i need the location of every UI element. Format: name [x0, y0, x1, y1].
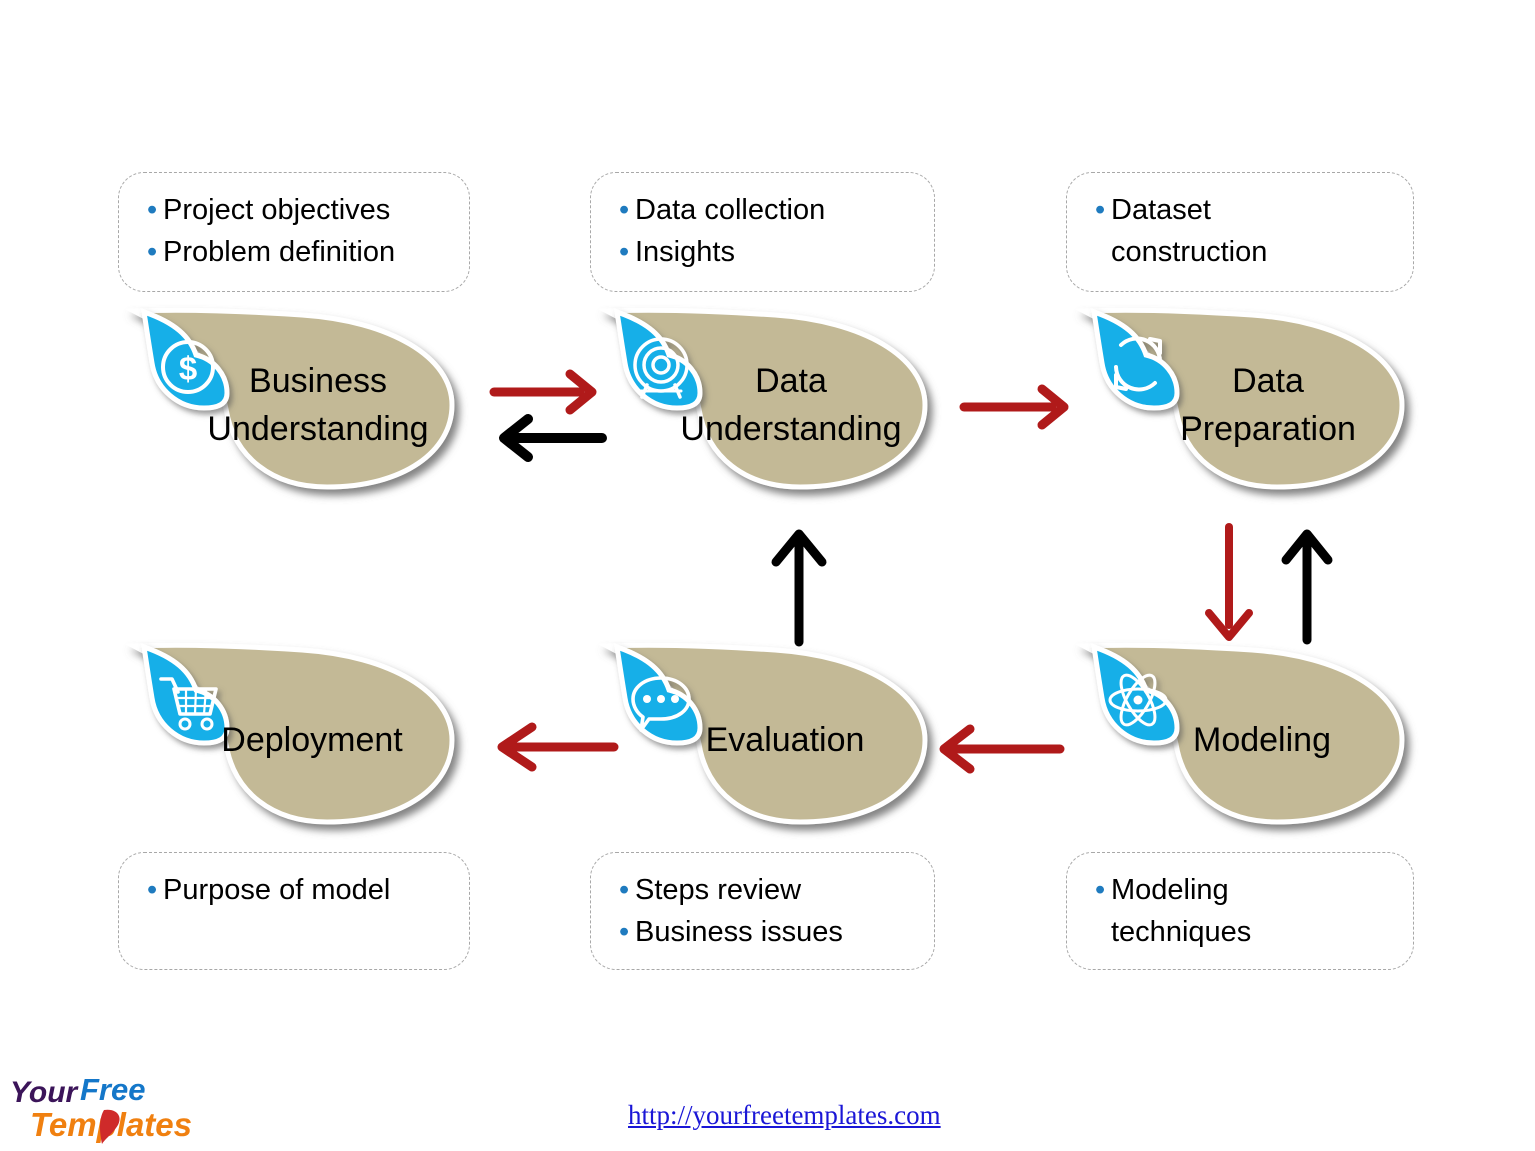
- note-item: Project objectives: [147, 189, 455, 231]
- dollar-sign-icon: $: [140, 308, 234, 411]
- logo-part-your: Your: [10, 1076, 80, 1109]
- logo-part-free: Free: [80, 1072, 145, 1107]
- note-evaluation: Steps review Business issues: [590, 852, 935, 970]
- note-item: Modeling techniques: [1095, 869, 1399, 953]
- note-item: Dataset construction: [1095, 189, 1399, 273]
- yourfreetemplates-logo: Your Free Templates: [8, 1068, 218, 1146]
- arrow-modeling-to-evaluation: [930, 724, 1065, 774]
- node-business-understanding[interactable]: $ Business Understanding: [122, 305, 462, 505]
- atom-icon: [1090, 643, 1184, 746]
- note-item: Purpose of model: [147, 869, 455, 911]
- node-evaluation[interactable]: Evaluation: [595, 640, 935, 840]
- note-item: Problem definition: [147, 231, 455, 273]
- note-data-understanding: Data collection Insights: [590, 172, 935, 292]
- arrow-business-to-data-understanding: [489, 369, 602, 416]
- node-data-preparation[interactable]: Data Preparation: [1072, 305, 1412, 505]
- arrow-modeling-to-preparation: [1278, 528, 1338, 645]
- note-data-preparation: Dataset construction: [1066, 172, 1414, 292]
- node-modeling[interactable]: Modeling: [1072, 640, 1412, 840]
- shopping-cart-icon: [140, 643, 234, 746]
- note-deployment: Purpose of model: [118, 852, 470, 970]
- arrow-evaluation-to-data-understanding: [768, 528, 832, 647]
- svg-text:$: $: [179, 350, 197, 387]
- target-bullseye-icon: [613, 308, 707, 411]
- refresh-sync-icon: [1090, 308, 1184, 411]
- arrow-data-understanding-to-business: [496, 414, 607, 462]
- node-deployment[interactable]: Deployment: [122, 640, 462, 840]
- note-business-understanding: Project objectives Problem definition: [118, 172, 470, 292]
- arrow-data-understanding-to-preparation: [959, 384, 1074, 430]
- arrow-evaluation-to-deployment: [488, 722, 619, 772]
- footer-url-link[interactable]: http://yourfreetemplates.com: [628, 1100, 941, 1131]
- note-item: Steps review: [619, 869, 920, 911]
- node-data-understanding[interactable]: Data Understanding: [595, 305, 935, 505]
- chat-bubble-icon: [613, 643, 707, 746]
- arrow-preparation-to-modeling: [1200, 523, 1260, 643]
- note-item: Business issues: [619, 911, 920, 953]
- diagram-canvas: Project objectives Problem definition Da…: [0, 0, 1535, 1151]
- note-modeling: Modeling techniques: [1066, 852, 1414, 970]
- note-item: Data collection: [619, 189, 920, 231]
- note-item: Insights: [619, 231, 920, 273]
